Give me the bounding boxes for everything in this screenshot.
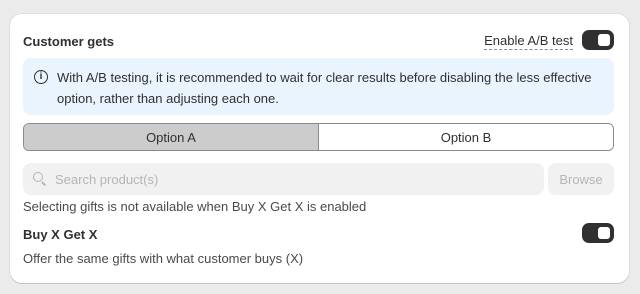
ab-test-toggle[interactable] (582, 30, 614, 50)
banner-text: With A/B testing, it is recommended to w… (57, 70, 592, 106)
search-icon (33, 172, 47, 186)
info-banner: i With A/B testing, it is recommended to… (23, 58, 614, 115)
tab-option-a[interactable]: Option A (24, 124, 319, 150)
browse-button[interactable]: Browse (548, 163, 614, 195)
toggle-knob (598, 34, 610, 46)
buy-x-get-x-title: Buy X Get X (23, 227, 98, 242)
info-icon: i (34, 70, 48, 84)
helper-text: Selecting gifts is not available when Bu… (23, 199, 367, 214)
section-title: Customer gets (23, 34, 115, 49)
customer-gets-card: Customer gets Enable A/B test i With A/B… (10, 14, 629, 283)
product-search (23, 163, 544, 195)
tab-option-b[interactable]: Option B (319, 124, 613, 150)
buy-x-get-x-description: Offer the same gifts with what customer … (23, 251, 304, 266)
buy-x-get-x-toggle[interactable] (582, 223, 614, 243)
search-input[interactable] (55, 171, 535, 187)
toggle-knob (598, 227, 610, 239)
option-tabs: Option A Option B (23, 123, 614, 151)
ab-test-label[interactable]: Enable A/B test (484, 33, 573, 50)
